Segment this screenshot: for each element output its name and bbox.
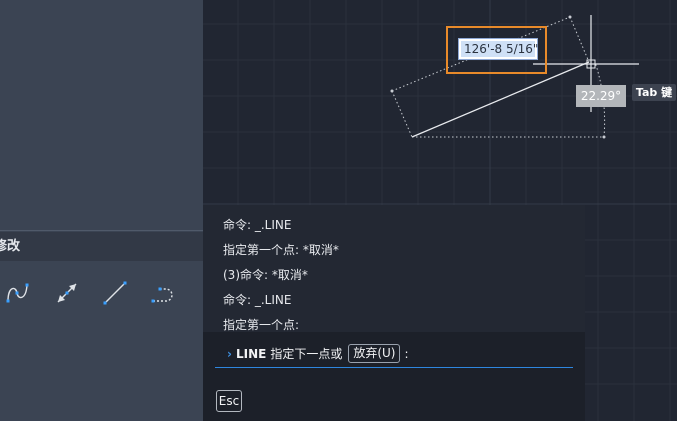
command-history: 命令: _.LINE 指定第一个点: *取消* (3)命令: *取消* 命令: … (203, 205, 585, 332)
tab-key-hint: Tab 键 (632, 84, 676, 101)
polyline-tool-button[interactable] (150, 280, 176, 306)
stretch-tool-button[interactable] (54, 280, 80, 306)
panel-title-label: 修改 (0, 239, 21, 254)
spline-tool-button[interactable] (5, 280, 31, 306)
polyline-arc-icon (151, 287, 173, 303)
ribbon-panel: 修改 (0, 0, 203, 421)
command-keyword: LINE (235, 346, 267, 361)
history-line: 指定第一个点: (223, 318, 300, 332)
command-prompt-suffix: : (404, 346, 409, 361)
modify-panel-title[interactable]: 修改 (0, 232, 203, 261)
spline-icon (6, 283, 29, 303)
dynamic-length-value: 126'-8 5/16" (461, 41, 538, 57)
chevron-right-icon: › (227, 346, 232, 361)
command-input-underline (215, 367, 573, 368)
history-line: 命令: _.LINE (223, 218, 292, 232)
dynamic-length-input[interactable]: 126'-8 5/16" (458, 38, 538, 60)
command-line[interactable]: › LINE 指定下一点或 放弃(U) : Esc (203, 332, 585, 421)
history-line: (3)命令: *取消* (223, 268, 308, 282)
esc-button[interactable]: Esc (216, 390, 242, 412)
history-line: 命令: _.LINE (223, 293, 292, 307)
dynamic-angle-value: 22.29° (580, 89, 622, 103)
command-prompt: › LINE 指定下一点或 放弃(U) : (227, 344, 409, 363)
undo-option-button[interactable]: 放弃(U) (348, 344, 401, 363)
dynamic-angle-input[interactable]: 22.29° (576, 85, 626, 107)
command-prompt-text: 指定下一点或 (270, 347, 343, 361)
tab-key-hint-label: Tab 键 (635, 86, 673, 99)
line-icon (103, 281, 127, 305)
line-tool-button[interactable] (102, 280, 128, 306)
history-line: 指定第一个点: *取消* (223, 243, 339, 257)
stretch-arrow-icon (57, 283, 77, 303)
panel-divider (0, 230, 203, 231)
